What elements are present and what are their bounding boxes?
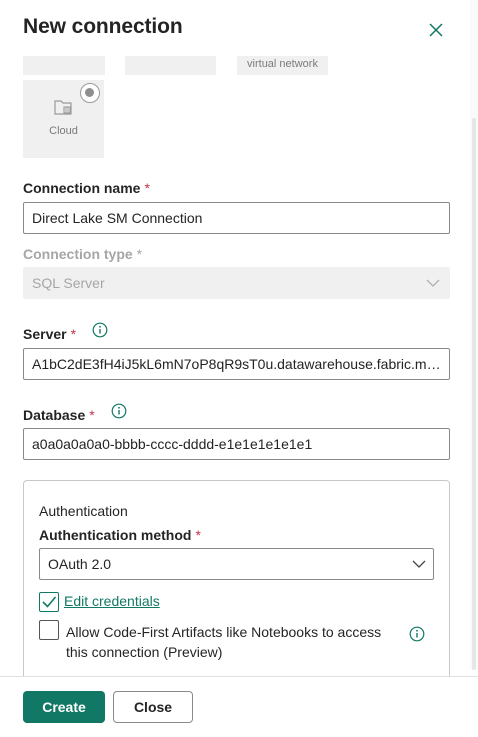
database-label-text: Database <box>23 407 86 423</box>
required-marker: * <box>70 326 77 342</box>
server-label-text: Server <box>23 326 67 342</box>
panel-header: New connection <box>0 0 478 56</box>
required-marker: * <box>89 407 95 423</box>
connection-type-select: SQL Server <box>23 267 450 299</box>
connection-type-label-text: Connection type <box>23 246 133 262</box>
panel-title: New connection <box>23 15 183 38</box>
cloud-caption: Cloud <box>49 125 78 137</box>
connection-name-label-text: Connection name <box>23 180 141 196</box>
gateway-option-cloud[interactable]: Cloud <box>23 80 104 158</box>
cloud-radio[interactable] <box>80 83 100 103</box>
allow-code-first-label: Allow Code-First Artifacts like Notebook… <box>66 624 382 660</box>
required-marker: * <box>136 246 143 262</box>
authentication-method-label-text: Authentication method <box>39 527 192 543</box>
cloud-db-icon <box>54 100 72 115</box>
chevron-down-icon <box>426 279 440 287</box>
connection-name-input[interactable]: Direct Lake SM Connection <box>23 202 450 234</box>
allow-code-first-info-icon[interactable] <box>409 626 425 642</box>
new-connection-panel: virtual network Cloud Connection name * D… <box>0 0 478 737</box>
server-label: Server * <box>23 326 76 342</box>
checkmark-icon <box>42 596 57 608</box>
authentication-section-title: Authentication <box>39 503 128 519</box>
authentication-method-label: Authentication method * <box>39 527 201 543</box>
edit-credentials-checkbox[interactable] <box>39 592 59 612</box>
virtual-network-caption: virtual network <box>247 58 318 70</box>
chevron-down-icon <box>412 560 426 568</box>
authentication-method-select[interactable]: OAuth 2.0 <box>39 548 434 580</box>
required-marker: * <box>144 180 150 196</box>
required-marker: * <box>195 527 201 543</box>
authentication-method-value: OAuth 2.0 <box>48 556 112 572</box>
server-info-icon[interactable] <box>92 322 108 338</box>
database-info-icon[interactable] <box>111 403 127 419</box>
close-button[interactable]: Close <box>113 691 193 723</box>
scrollbar-thumb[interactable] <box>472 118 476 670</box>
create-button[interactable]: Create <box>23 691 105 723</box>
close-icon[interactable] <box>427 21 445 39</box>
connection-name-label: Connection name * <box>23 180 150 196</box>
edit-credentials-link[interactable]: Edit credentials <box>64 593 160 609</box>
database-label: Database * <box>23 407 95 423</box>
connection-type-label: Connection type * <box>23 246 142 262</box>
server-input[interactable]: A1bC2dE3fH4iJ5kL6mN7oP8qR9sT0u.datawareh… <box>23 348 450 380</box>
database-input[interactable]: a0a0a0a0a0-bbbb-cccc-dddd-e1e1e1e1e1e1 <box>23 428 450 460</box>
allow-code-first-checkbox[interactable] <box>39 620 59 640</box>
